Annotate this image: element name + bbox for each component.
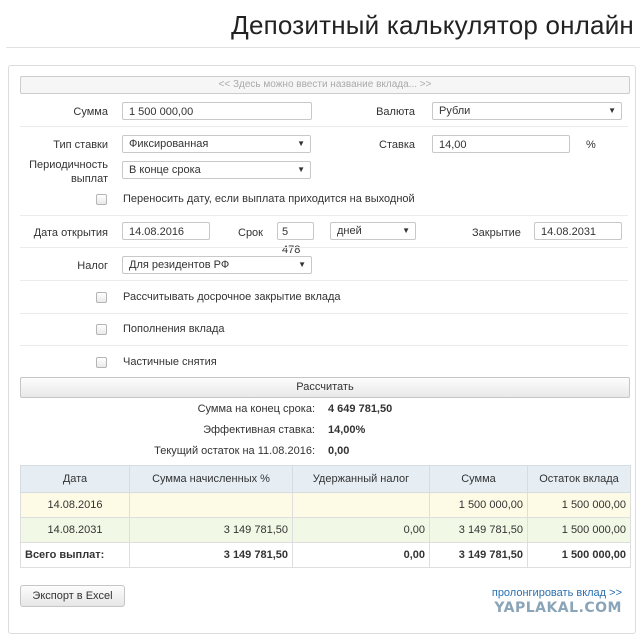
move-date-checkbox[interactable] xyxy=(96,194,107,205)
period-label-line1: Периодичность xyxy=(29,159,108,171)
cell-total-accrued: 3 149 781,50 xyxy=(129,542,293,568)
period-select[interactable]: В конце срока ▼ xyxy=(122,161,311,179)
results-table: Дата Сумма начисленных % Удержанный нало… xyxy=(20,465,631,568)
cell-balance: 1 500 000,00 xyxy=(527,517,631,543)
rate-type-label: Тип ставки xyxy=(53,139,108,151)
chevron-down-icon: ▼ xyxy=(298,260,306,269)
cell-tax xyxy=(292,492,430,518)
rate-label: Ставка xyxy=(379,139,415,151)
cell-sum: 3 149 781,50 xyxy=(429,517,528,543)
prolong-deposit-link[interactable]: пролонгировать вклад >> xyxy=(492,587,622,599)
chevron-down-icon: ▼ xyxy=(608,106,616,115)
cell-tax: 0,00 xyxy=(292,517,430,543)
row-divider xyxy=(20,313,628,314)
export-excel-button[interactable]: Экспорт в Excel xyxy=(20,585,125,607)
cell-balance: 1 500 000,00 xyxy=(527,492,631,518)
currency-value: Рубли xyxy=(439,105,471,117)
chevron-down-icon: ▼ xyxy=(297,165,305,174)
cell-total-tax: 0,00 xyxy=(292,542,430,568)
row-divider xyxy=(20,215,628,216)
effective-rate-value: 14,00% xyxy=(328,424,366,436)
tax-label: Налог xyxy=(77,260,108,272)
page-title: Депозитный калькулятор онлайн xyxy=(231,10,634,40)
header-date: Дата xyxy=(20,465,130,493)
rate-type-select[interactable]: Фиксированная ▼ xyxy=(122,135,311,153)
cell-total-sum: 3 149 781,50 xyxy=(429,542,528,568)
rate-input[interactable]: 14,00 xyxy=(432,135,570,153)
term-input[interactable]: 5 478 xyxy=(277,222,314,256)
replenish-label: Пополнения вклада xyxy=(123,323,225,335)
calculate-button[interactable]: Рассчитать xyxy=(20,377,630,398)
sum-input[interactable]: 1 500 000,00 xyxy=(122,102,312,120)
partial-withdraw-label: Частичные снятия xyxy=(123,356,217,368)
cell-date: 14.08.2016 xyxy=(20,492,130,518)
table-header-row: Дата Сумма начисленных % Удержанный нало… xyxy=(20,465,631,493)
tax-value: Для резидентов РФ xyxy=(129,259,230,271)
watermark: YAPLAKAL.COM xyxy=(494,600,622,616)
cell-total-label: Всего выплат: xyxy=(20,542,130,568)
early-close-checkbox[interactable] xyxy=(96,292,107,303)
header-accrued: Сумма начисленных % xyxy=(129,465,293,493)
period-value: В конце срока xyxy=(129,164,201,176)
row-divider xyxy=(20,126,628,127)
row-divider xyxy=(20,345,628,346)
currency-label: Валюта xyxy=(376,106,415,118)
row-divider xyxy=(20,247,628,248)
title-divider xyxy=(6,47,640,48)
sum-label: Сумма xyxy=(73,106,108,118)
term-unit-value: дней xyxy=(337,225,362,237)
cell-accrued xyxy=(129,492,293,518)
close-date-input[interactable]: 14.08.2031 xyxy=(534,222,622,240)
table-row: 14.08.2016 1 500 000,00 1 500 000,00 xyxy=(20,492,631,518)
partial-withdraw-checkbox[interactable] xyxy=(96,357,107,368)
table-total-row: Всего выплат: 3 149 781,50 0,00 3 149 78… xyxy=(20,542,631,568)
close-date-label: Закрытие xyxy=(472,227,521,239)
cell-date: 14.08.2031 xyxy=(20,517,130,543)
period-label-line2: выплат xyxy=(70,173,108,185)
replenish-checkbox[interactable] xyxy=(96,324,107,335)
header-sum: Сумма xyxy=(429,465,528,493)
move-date-label: Переносить дату, если выплата приходится… xyxy=(123,193,415,205)
table-row: 14.08.2031 3 149 781,50 0,00 3 149 781,5… xyxy=(20,517,631,543)
currency-select[interactable]: Рубли ▼ xyxy=(432,102,622,120)
rate-unit: % xyxy=(586,139,596,151)
chevron-down-icon: ▼ xyxy=(297,139,305,148)
deposit-name-input[interactable]: << Здесь можно ввести название вклада...… xyxy=(20,76,630,94)
cell-sum: 1 500 000,00 xyxy=(429,492,528,518)
cell-total-balance: 1 500 000,00 xyxy=(527,542,631,568)
header-balance: Остаток вклада xyxy=(527,465,631,493)
early-close-label: Рассчитывать досрочное закрытие вклада xyxy=(123,291,341,303)
rate-type-value: Фиксированная xyxy=(129,138,209,150)
end-sum-label: Сумма на конец срока: xyxy=(197,403,315,415)
open-date-input[interactable]: 14.08.2016 xyxy=(122,222,210,240)
open-date-label: Дата открытия xyxy=(33,227,108,239)
tax-select[interactable]: Для резидентов РФ ▼ xyxy=(122,256,312,274)
end-sum-value: 4 649 781,50 xyxy=(328,403,393,415)
term-label: Срок xyxy=(238,227,263,239)
term-unit-select[interactable]: дней ▼ xyxy=(330,222,416,240)
effective-rate-label: Эффективная ставка: xyxy=(203,424,315,436)
chevron-down-icon: ▼ xyxy=(402,226,410,235)
current-balance-value: 0,00 xyxy=(328,445,350,457)
row-divider xyxy=(20,280,628,281)
current-balance-label: Текущий остаток на 11.08.2016: xyxy=(154,445,315,457)
header-tax: Удержанный налог xyxy=(292,465,430,493)
cell-accrued: 3 149 781,50 xyxy=(129,517,293,543)
